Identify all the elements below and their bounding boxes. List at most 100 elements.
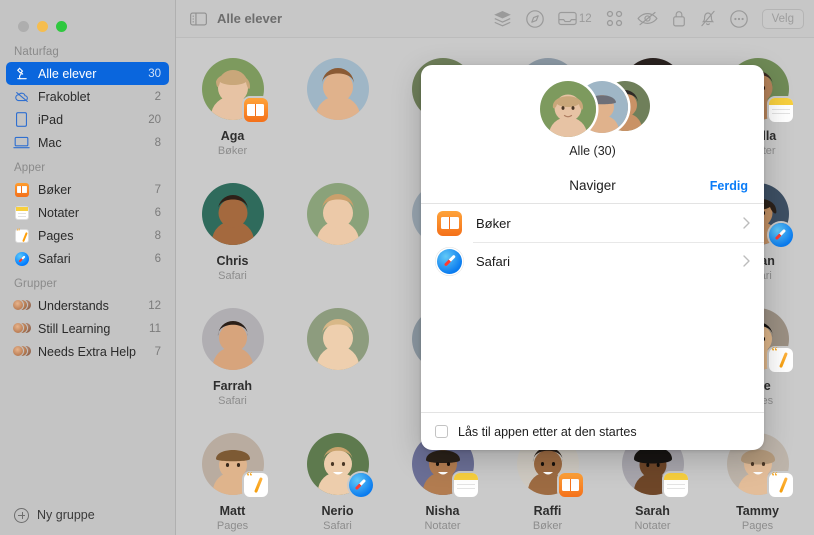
avatar <box>539 81 596 137</box>
sidebar-item-label: Alle elever <box>38 66 97 81</box>
app-badge-safari <box>348 473 373 497</box>
sidebar: Naturfag Alle elever 30 Frakoblet 2 iPad… <box>0 0 176 535</box>
student-card[interactable]: Aga Bøker <box>180 50 285 175</box>
student-name: Chris <box>216 254 249 268</box>
mac-icon <box>12 135 31 151</box>
sidebar-item-alle-elever[interactable]: Alle elever 30 <box>6 62 169 85</box>
lock-app-checkbox[interactable] <box>435 425 448 438</box>
sidebar-item-label: Understands <box>38 298 109 313</box>
more-ellipsis-icon[interactable] <box>729 9 748 28</box>
sidebar-item-label: iPad <box>38 112 64 127</box>
student-card[interactable]: Nerio Safari <box>285 425 390 535</box>
app-badge-notes <box>768 98 793 122</box>
student-name: Nerio <box>321 504 354 518</box>
avatar <box>201 433 268 497</box>
student-card[interactable]: Farrah Safari <box>180 300 285 425</box>
app-badge-pages <box>243 470 268 497</box>
student-name: Tammy <box>736 504 779 518</box>
student-app: Safari <box>218 395 247 407</box>
app-badge-notes <box>663 473 688 497</box>
sidebar-item-label: Mac <box>38 135 62 150</box>
window-traffic-lights <box>0 0 175 38</box>
sidebar-icon[interactable] <box>190 11 207 26</box>
student-app: Bøker <box>532 520 563 532</box>
sidebar-item-count: 8 <box>154 229 161 242</box>
new-group-label: Ny gruppe <box>37 508 95 522</box>
done-button[interactable]: Ferdig <box>710 179 748 193</box>
student-card[interactable] <box>285 300 390 425</box>
inbox-icon[interactable]: 12 <box>558 11 592 26</box>
sidebar-item-needs-extra-help[interactable]: Needs Extra Help 7 <box>6 340 169 363</box>
sidebar-item-still-learning[interactable]: Still Learning 11 <box>6 317 169 340</box>
lock-icon[interactable] <box>672 10 686 27</box>
dialog-navbar: Naviger Ferdig <box>421 168 764 204</box>
student-app: Pages <box>216 520 249 532</box>
sidebar-item-count: 20 <box>148 113 161 126</box>
student-name: Nisha <box>425 504 460 518</box>
avatar <box>306 58 369 120</box>
app-list-item-label: Bøker <box>476 215 511 231</box>
books-app-icon <box>437 210 462 236</box>
ipad-icon <box>12 112 31 128</box>
new-group-button[interactable]: Ny gruppe <box>0 495 175 535</box>
avatar <box>201 183 264 245</box>
student-card[interactable] <box>285 50 390 175</box>
group-icon <box>12 321 32 337</box>
dialog-footer: Lås til appen etter at den startes <box>421 412 764 450</box>
minimize-window-button[interactable] <box>37 20 48 32</box>
sidebar-item-count: 8 <box>154 136 161 149</box>
app-list-item-safari[interactable]: Safari <box>421 242 764 280</box>
grid-apps-icon[interactable] <box>606 10 623 27</box>
dialog-title: Naviger <box>569 178 616 193</box>
sidebar-item-label: Frakoblet <box>38 89 91 104</box>
mute-bell-icon[interactable] <box>700 10 716 27</box>
student-app: Pages <box>741 520 774 532</box>
chevron-right-icon <box>743 255 750 267</box>
navigate-app-dialog: Alle (30) Naviger Ferdig Bøker Safari Lå… <box>421 65 764 450</box>
safari-app-icon <box>437 248 462 274</box>
chevron-right-icon <box>743 217 750 229</box>
student-card[interactable]: Chris Safari <box>180 175 285 300</box>
student-card[interactable] <box>285 175 390 300</box>
sidebar-item-count: 30 <box>148 67 161 80</box>
student-name: Matt <box>219 504 246 518</box>
app-list: Bøker Safari <box>421 204 764 412</box>
sidebar-item-notater[interactable]: Notater 6 <box>6 201 169 224</box>
app-list-item-boker[interactable]: Bøker <box>421 204 764 242</box>
sidebar-item-label: Still Learning <box>38 321 111 336</box>
group-icon <box>12 298 32 314</box>
sidebar-item-label: Notater <box>38 205 79 220</box>
page-title: Alle elever <box>217 11 283 26</box>
sidebar-item-count: 11 <box>149 322 161 335</box>
sidebar-item-frakoblet[interactable]: Frakoblet 2 <box>6 85 169 108</box>
sidebar-item-pages[interactable]: Pages 8 <box>6 224 169 247</box>
student-app: Safari <box>323 520 352 532</box>
sidebar-item-mac[interactable]: Mac 8 <box>6 131 169 154</box>
main-content: Alle elever 12 Velg Aga Bøker Chris Safa… <box>176 0 814 535</box>
select-button[interactable]: Velg <box>761 8 804 29</box>
navigate-compass-icon[interactable] <box>526 9 544 28</box>
sidebar-item-label: Bøker <box>38 182 72 197</box>
books-app-icon <box>12 182 31 198</box>
app-badge-books <box>243 98 268 122</box>
layers-icon[interactable] <box>493 10 512 27</box>
avatar <box>201 308 264 370</box>
close-window-button[interactable] <box>18 20 29 32</box>
zoom-window-button[interactable] <box>56 20 67 32</box>
eye-slash-icon[interactable] <box>637 11 658 26</box>
group-icon <box>12 344 32 360</box>
student-card[interactable]: Matt Pages <box>180 425 285 535</box>
sidebar-item-count: 7 <box>154 183 161 196</box>
pages-app-icon <box>12 227 31 244</box>
toolbar: Alle elever 12 Velg <box>176 0 814 38</box>
avatar <box>201 58 268 122</box>
sidebar-item-ipad[interactable]: iPad 20 <box>6 108 169 131</box>
app-badge-pages <box>768 470 793 497</box>
student-app: Notater <box>424 520 461 532</box>
sidebar-item-understands[interactable]: Understands 12 <box>6 294 169 317</box>
sidebar-item-boker[interactable]: Bøker 7 <box>6 178 169 201</box>
cloud-slash-icon <box>12 89 31 105</box>
sidebar-item-safari[interactable]: Safari 6 <box>6 247 169 270</box>
student-name: Aga <box>220 129 245 143</box>
sidebar-item-label: Needs Extra Help <box>38 344 136 359</box>
